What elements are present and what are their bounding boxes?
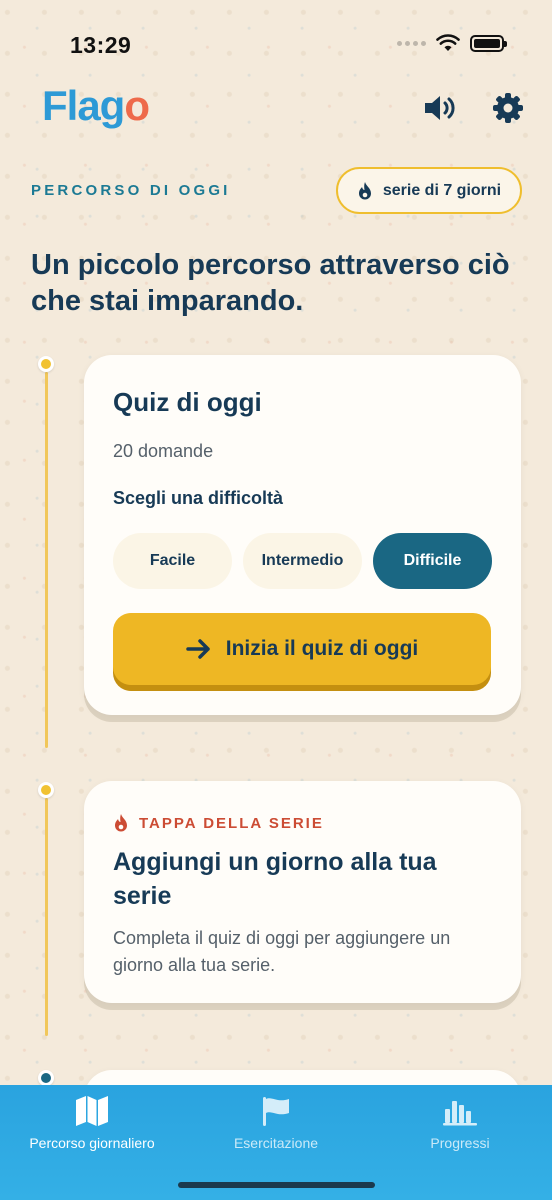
tab-progress[interactable]: Progressi [368,1095,552,1151]
start-quiz-button[interactable]: Inizia il quiz di oggi [113,613,491,685]
tab-daily-path[interactable]: Percorso giornaliero [0,1095,184,1151]
start-quiz-label: Inizia il quiz di oggi [225,637,419,660]
bar-chart-icon [443,1101,477,1126]
flag-icon [263,1097,289,1126]
arrow-right-icon [186,639,210,659]
wifi-icon [436,34,460,51]
streak-tag: TAPPA DELLA SERIE [113,813,324,833]
timeline-dot [38,1070,54,1086]
difficulty-selector: Facile Intermedio Difficile [113,533,492,589]
app-logo: Flago [42,82,150,129]
difficulty-medium-button[interactable]: Intermedio [243,533,362,589]
battery-icon [470,34,507,52]
map-icon [76,1096,108,1126]
tab-practice[interactable]: Esercitazione [184,1095,368,1151]
difficulty-label: Scegli una difficoltà [113,488,284,508]
timeline-line [45,372,48,748]
tab-label: Progressi [430,1135,490,1151]
quiz-title: Quiz di oggi [113,387,262,417]
difficulty-easy-button[interactable]: Facile [113,533,232,589]
header-actions [422,90,526,126]
tab-label: Esercitazione [233,1135,319,1151]
streak-badge-label: serie di 7 giorni [382,181,502,199]
streak-title: Aggiungi un giorno alla tua serie [113,848,437,910]
speaker-icon[interactable] [422,90,458,126]
section-label: PERCORSO DI OGGI [31,182,231,199]
home-indicator[interactable] [178,1182,375,1188]
signal-icon [397,40,426,46]
timeline-dot [38,782,54,798]
difficulty-hard-button[interactable]: Difficile [373,533,492,589]
daily-quiz-card: Quiz di oggi 20 domande Scegli una diffi… [84,355,521,715]
flame-icon [358,181,371,199]
flame-icon [115,814,127,832]
streak-tag-label: TAPPA DELLA SERIE [139,814,324,832]
tab-label: Percorso giornaliero [29,1135,155,1151]
page-headline: Un piccolo percorso attraverso ciò che s… [31,249,510,317]
timeline-line [45,798,48,1036]
question-count: 20 domande [113,441,214,461]
streak-description: Completa il quiz di oggi per aggiungere … [113,928,451,975]
status-indicators [397,34,507,52]
status-bar: 13:29 [0,0,552,90]
streak-milestone-card: TAPPA DELLA SERIE Aggiungi un giorno all… [84,781,521,1003]
gear-icon[interactable] [490,90,526,126]
status-time: 13:29 [70,32,132,58]
streak-badge[interactable]: serie di 7 giorni [336,167,522,214]
timeline-dot [38,356,54,372]
